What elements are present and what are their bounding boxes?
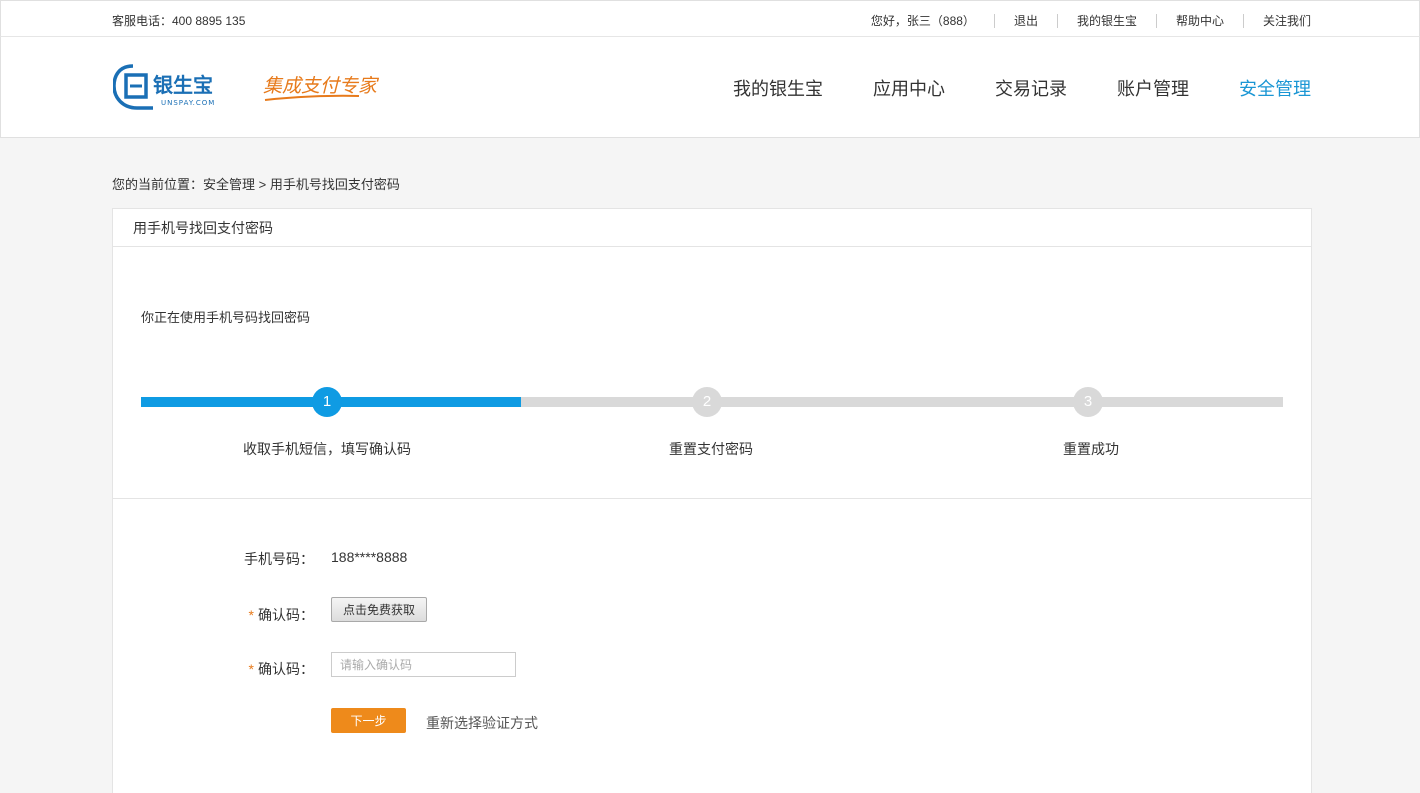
required-mark: *: [248, 661, 254, 677]
step-2-label: 重置支付密码: [669, 441, 753, 457]
panel-title: 用手机号找回支付密码: [113, 209, 1311, 247]
section-divider: [113, 498, 1311, 499]
recover-password-panel: 用手机号找回支付密码 你正在使用手机号码找回密码 1 2 3 收取手机短信，填写…: [112, 208, 1312, 793]
code-label-2: * 确认码：: [249, 659, 314, 679]
reselect-method-link[interactable]: 重新选择验证方式: [426, 713, 538, 733]
breadcrumb: 您的当前位置：安全管理 > 用手机号找回支付密码: [112, 177, 400, 192]
code-label-1: * 确认码：: [249, 605, 314, 625]
required-mark: *: [248, 607, 254, 623]
hotline-text: 客服电话：400 8895 135: [112, 14, 246, 28]
intro-text: 你正在使用手机号码找回密码: [141, 310, 311, 325]
nav-security-management[interactable]: 安全管理: [1239, 75, 1311, 101]
progress-steps: 1 2 3 收取手机短信，填写确认码 重置支付密码 重置成功: [141, 387, 1283, 457]
nav-my-account[interactable]: 我的银生宝: [733, 75, 823, 101]
slogan-graphic: 集成支付专家: [263, 75, 380, 101]
logo-subtext: UNSPAY.COM: [161, 99, 215, 107]
slogan-text: 集成支付专家: [263, 75, 380, 97]
unspay-logo[interactable]: 银生宝 UNSPAY.COM: [113, 62, 238, 112]
get-code-button[interactable]: 点击免费获取: [331, 597, 427, 622]
divider: [993, 13, 995, 28]
greeting-text: 您好，张三（888）: [870, 14, 975, 28]
nav-app-center[interactable]: 应用中心: [873, 75, 945, 101]
step-1-dot: 1: [312, 387, 342, 417]
logo-text: 银生宝: [153, 73, 213, 97]
code-label-text: 确认码：: [258, 661, 314, 677]
divider: [1155, 13, 1157, 28]
code-input[interactable]: [331, 652, 516, 677]
step-3-label: 重置成功: [1063, 441, 1119, 457]
step-2-dot: 2: [692, 387, 722, 417]
next-button[interactable]: 下一步: [331, 708, 406, 733]
nav-transactions[interactable]: 交易记录: [995, 75, 1067, 101]
code-label-text: 确认码：: [258, 607, 314, 623]
top-utility-bar: 客服电话：400 8895 135 您好，张三（888） 退出 我的银生宝 帮助…: [0, 0, 1420, 37]
phone-value: 188****8888: [331, 549, 408, 565]
help-center-link[interactable]: 帮助中心: [1176, 12, 1224, 29]
main-header: 银生宝 UNSPAY.COM 集成支付专家 我的银生宝 应用中心 交易记录 账户…: [0, 37, 1420, 138]
divider: [1242, 13, 1244, 28]
main-nav: 我的银生宝 应用中心 交易记录 账户管理 安全管理: [683, 75, 1311, 101]
my-account-link[interactable]: 我的银生宝: [1077, 12, 1137, 29]
step-1-label: 收取手机短信，填写确认码: [243, 441, 411, 457]
step-3-dot: 3: [1073, 387, 1103, 417]
top-links: 您好，张三（888） 退出 我的银生宝 帮助中心 关注我们: [871, 12, 1311, 29]
follow-us-link[interactable]: 关注我们: [1263, 12, 1311, 29]
logout-link[interactable]: 退出: [1014, 12, 1038, 29]
phone-label: 手机号码：: [244, 551, 314, 567]
divider: [1056, 13, 1058, 28]
nav-account-management[interactable]: 账户管理: [1117, 75, 1189, 101]
